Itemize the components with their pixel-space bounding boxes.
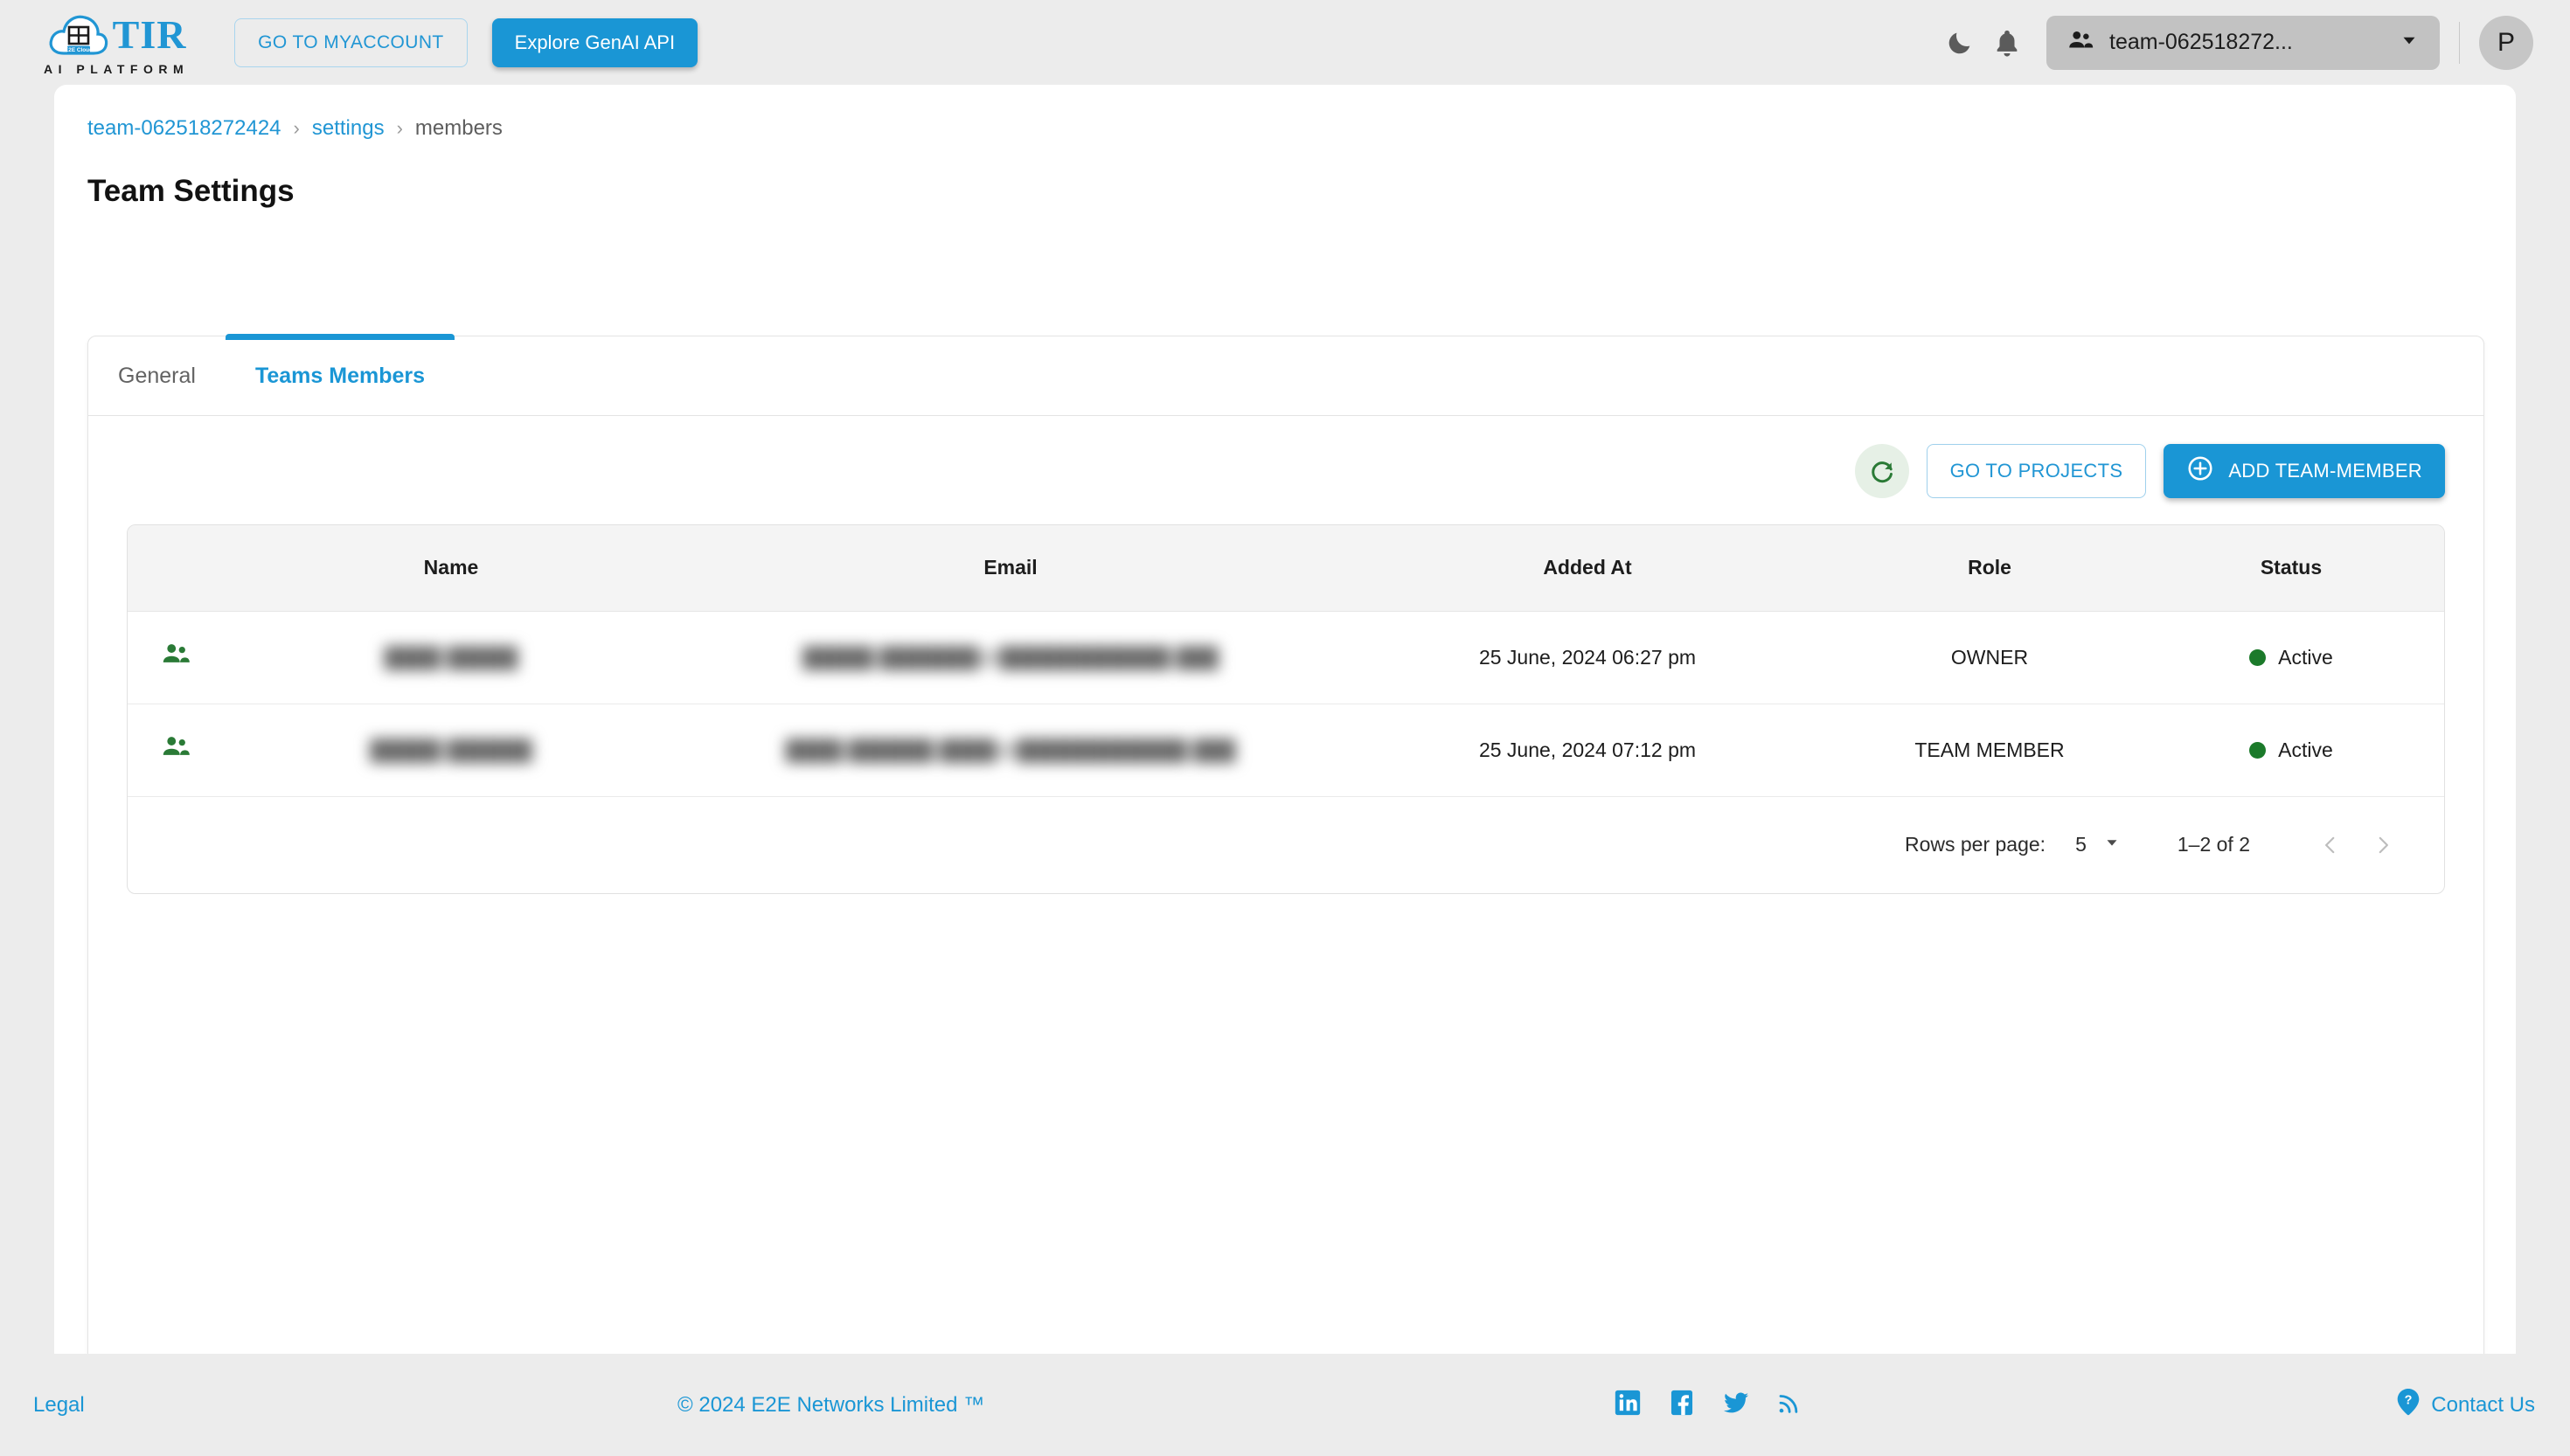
breadcrumb-separator-2: › xyxy=(396,117,403,139)
member-status-cell: Active xyxy=(2147,704,2435,797)
contact-us-link[interactable]: ? Contact Us xyxy=(2394,1387,2535,1423)
logo-tagline: AI PLATFORM xyxy=(44,61,190,76)
add-team-member-button[interactable]: ADD TEAM-MEMBER xyxy=(2164,444,2445,498)
tab-teams-members[interactable]: Teams Members xyxy=(225,334,455,415)
member-actions-cell xyxy=(2435,611,2444,704)
member-type-icon-cell xyxy=(128,611,224,704)
moon-icon[interactable] xyxy=(1936,19,1983,66)
column-header-added-at: Added At xyxy=(1343,525,1832,612)
pagination-range-label: 1–2 of 2 xyxy=(2177,833,2250,856)
breadcrumb-current: members xyxy=(414,116,503,140)
header-right-cluster: team-062518272... P xyxy=(1936,15,2533,70)
rows-per-page-select[interactable]: 5 xyxy=(2075,833,2122,857)
go-to-myaccount-button[interactable]: GO TO MYACCOUNT xyxy=(234,17,468,67)
chevron-left-icon[interactable] xyxy=(2304,819,2357,871)
tab-bar: General Teams Members xyxy=(88,334,2483,416)
tir-logo[interactable]: E2E Cloud TIR AI PLATFORM xyxy=(44,10,189,76)
linkedin-icon[interactable] xyxy=(1613,1388,1643,1422)
main-content-card: team-062518272424 › settings › members T… xyxy=(54,85,2516,1431)
chevron-down-icon xyxy=(2102,833,2122,857)
explore-genai-api-button[interactable]: Explore GenAI API xyxy=(491,17,698,67)
legal-link[interactable]: Legal xyxy=(33,1393,85,1418)
column-header-role: Role xyxy=(1832,525,2147,612)
member-type-icon-cell xyxy=(128,704,224,797)
svg-text:E2E Cloud: E2E Cloud xyxy=(65,47,93,53)
member-added-at-cell: 25 June, 2024 06:27 pm xyxy=(1343,611,1832,704)
member-email-redacted: █████.███████@████████████.███ xyxy=(802,645,1219,669)
member-role-cell: OWNER xyxy=(1832,611,2147,704)
avatar[interactable]: P xyxy=(2479,15,2533,70)
table-action-bar: GO TO PROJECTS ADD TEAM-MEMBER xyxy=(88,416,2483,498)
column-header-status: Status xyxy=(2147,525,2435,612)
rss-icon[interactable] xyxy=(1775,1389,1803,1421)
bell-icon[interactable] xyxy=(1983,19,2031,66)
member-name-cell: ████ █████ xyxy=(224,611,678,704)
people-icon xyxy=(159,737,192,768)
member-name-redacted: █████ ██████ xyxy=(370,738,532,761)
people-icon xyxy=(2066,25,2095,59)
facebook-icon[interactable] xyxy=(1667,1388,1697,1422)
column-header-email: Email xyxy=(678,525,1343,612)
plus-circle-icon xyxy=(2186,454,2214,488)
team-selector-dropdown[interactable]: team-062518272... xyxy=(2046,15,2440,70)
twitter-icon[interactable] xyxy=(1721,1388,1751,1422)
member-status-cell: Active xyxy=(2147,611,2435,704)
cloud-logo-icon: E2E Cloud xyxy=(46,10,109,60)
header-divider xyxy=(2459,21,2460,64)
rows-per-page-label: Rows per page: xyxy=(1904,833,2046,856)
rows-per-page-value: 5 xyxy=(2075,833,2087,856)
copyright-text: © 2024 E2E Networks Limited ™ xyxy=(677,1392,985,1417)
status-dot xyxy=(2249,741,2267,759)
chevron-down-icon xyxy=(2398,29,2421,56)
members-table: Name Email Added At Role Status Actions xyxy=(127,524,2445,894)
member-email-cell: ████.██████.████@████████████.███ xyxy=(678,704,1343,797)
logo-wordmark: TIR xyxy=(112,12,187,57)
member-name-cell: █████ ██████ xyxy=(224,704,678,797)
svg-text:?: ? xyxy=(2405,1394,2413,1408)
table-pagination: Rows per page: 5 1–2 of 2 xyxy=(128,797,2444,893)
breadcrumb-team-link[interactable]: team-062518272424 xyxy=(87,116,281,141)
member-added-at-cell: 25 June, 2024 07:12 pm xyxy=(1343,704,1832,797)
page-title: Team Settings xyxy=(87,174,295,208)
member-name-redacted: ████ █████ xyxy=(384,645,518,669)
tab-general[interactable]: General xyxy=(88,336,226,415)
member-email-redacted: ████.██████.████@████████████.███ xyxy=(785,738,1236,761)
social-links xyxy=(1613,1388,1803,1422)
column-header-name: Name xyxy=(224,525,678,612)
people-icon xyxy=(159,644,192,676)
top-header-bar: E2E Cloud TIR AI PLATFORM GO TO MYACCOUN… xyxy=(0,0,2570,85)
breadcrumb-settings-link[interactable]: settings xyxy=(312,116,385,141)
breadcrumb: team-062518272424 › settings › members xyxy=(87,116,2516,141)
table-header-row: Name Email Added At Role Status Actions xyxy=(128,525,2444,612)
status-dot xyxy=(2249,648,2267,666)
page-footer: Legal © 2024 E2E Networks Limited ™ ? Co… xyxy=(0,1354,2570,1456)
member-actions-cell xyxy=(2435,704,2444,797)
member-email-cell: █████.███████@████████████.███ xyxy=(678,611,1343,704)
column-header-icon xyxy=(128,525,224,612)
help-icon: ? xyxy=(2394,1387,2422,1423)
member-role-cell: TEAM MEMBER xyxy=(1832,704,2147,797)
breadcrumb-separator-1: › xyxy=(293,117,300,139)
status-badge: Active xyxy=(2278,738,2333,761)
contact-us-label: Contact Us xyxy=(2431,1392,2535,1417)
go-to-projects-button[interactable]: GO TO PROJECTS xyxy=(1926,444,2147,498)
chevron-right-icon[interactable] xyxy=(2357,819,2409,871)
table-row: █████ ██████ ████.██████.████@██████████… xyxy=(128,704,2444,797)
team-settings-panel: General Teams Members GO TO PROJECTS ADD… xyxy=(87,334,2484,1431)
status-badge: Active xyxy=(2278,645,2333,669)
add-team-member-label: ADD TEAM-MEMBER xyxy=(2228,460,2422,482)
refresh-icon[interactable] xyxy=(1854,444,1909,498)
column-header-actions: Actions xyxy=(2435,525,2444,612)
team-selector-label: team-062518272... xyxy=(2109,30,2293,54)
table-row: ████ █████ █████.███████@████████████.██… xyxy=(128,611,2444,704)
